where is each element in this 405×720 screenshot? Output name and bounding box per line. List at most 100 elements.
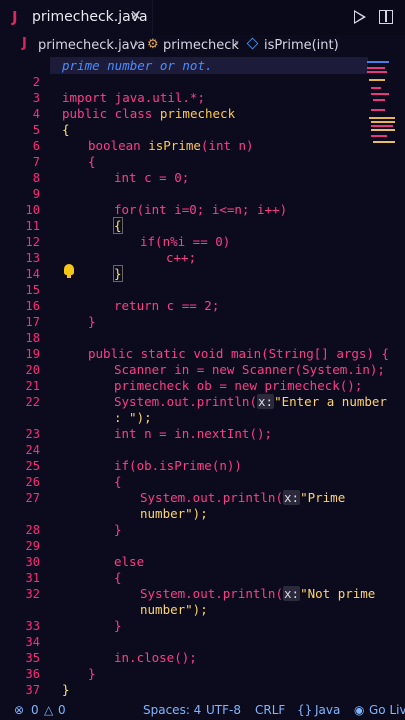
code-line: in.close(); [114, 650, 197, 665]
java-file-icon: J [22, 36, 27, 51]
line-number: 19 [25, 347, 40, 361]
code-line: System.out.println(x:"Prime [140, 490, 346, 505]
code-line: System.out.println(x:"Not prime [140, 586, 376, 601]
error-count[interactable]: 0 [31, 703, 39, 717]
class-icon: ⚙ [147, 37, 159, 52]
indentation-setting[interactable]: Spaces: 4 [143, 703, 201, 717]
code-line: return c == 2; [114, 298, 220, 313]
line-number: 35 [25, 651, 40, 665]
chevron-right-icon: › [134, 36, 140, 51]
breadcrumb-class[interactable]: primecheck [163, 38, 239, 53]
line-number: 13 [25, 251, 40, 265]
code-line: { [114, 474, 122, 489]
run-icon[interactable] [354, 10, 366, 24]
line-number: 14 [25, 267, 40, 281]
code-line: } [62, 682, 70, 697]
code-line: else [114, 554, 145, 569]
code-line: boolean isPrime(int n) [88, 138, 254, 153]
code-line: { [62, 122, 70, 137]
close-icon[interactable]: ✕ [130, 8, 142, 24]
code-line: primecheck ob = new primecheck(); [114, 378, 363, 393]
code-line: int c = 0; [114, 170, 190, 185]
code-line: public static void main(String[] args) { [88, 346, 390, 361]
editor-tab-bar: J primecheck.java ✕ [0, 0, 405, 35]
line-number: 24 [25, 443, 40, 457]
code-line: int n = in.nextInt(); [114, 426, 273, 441]
error-icon[interactable]: ⊗ [14, 703, 24, 717]
line-number: 29 [25, 539, 40, 553]
line-number: 12 [25, 235, 40, 249]
code-line: { [88, 154, 96, 169]
code-editor[interactable]: 2 3 4 5 6 7 8 9 10 11 12 13 14 15 16 17 18 19 20 21 22 23 24 25… [0, 57, 405, 700]
line-number: 27 [25, 491, 40, 505]
line-number: 21 [25, 379, 40, 393]
broadcast-icon[interactable]: ◉ [354, 703, 364, 717]
line-number: 32 [25, 587, 40, 601]
code-line: } [113, 265, 123, 282]
line-number: 36 [25, 667, 40, 681]
code-line: import java.util.*; [62, 90, 205, 105]
split-editor-icon[interactable] [379, 10, 393, 24]
code-line: for(int i=0; i<=n; i++) [114, 202, 288, 217]
parameter-hint: x: [283, 490, 301, 505]
line-ending[interactable]: CRLF [255, 703, 285, 717]
go-live-button[interactable]: Go Live [369, 703, 405, 717]
line-number: 26 [25, 475, 40, 489]
encoding[interactable]: UTF-8 [206, 703, 241, 717]
line-number: 4 [32, 107, 40, 121]
tab-primecheck-java[interactable]: J primecheck.java ✕ [0, 0, 153, 35]
line-number: 5 [32, 123, 40, 137]
code-line: System.out.println(x:"Enter a number [114, 394, 387, 409]
line-number: 7 [32, 155, 40, 169]
warning-count[interactable]: 0 [58, 703, 66, 717]
code-line: Scanner in = new Scanner(System.in); [114, 362, 385, 377]
warning-icon[interactable]: △ [44, 703, 53, 717]
code-line: } [88, 666, 96, 681]
code-line: if(n%i == 0) [140, 234, 231, 249]
code-line: { [113, 217, 123, 234]
line-number: 2 [32, 75, 40, 89]
line-number: 30 [25, 555, 40, 569]
code-line: { [114, 570, 122, 585]
braces-icon[interactable]: {} [297, 703, 312, 717]
line-number: 17 [25, 315, 40, 329]
line-number: 11 [25, 219, 40, 233]
code-line: number"); [140, 506, 208, 521]
breadcrumb-method[interactable]: isPrime(int) [264, 38, 339, 53]
code-line: : "); [114, 410, 152, 425]
code-line: public class primecheck [62, 106, 236, 121]
line-number: 10 [25, 203, 40, 217]
chevron-right-icon: › [234, 36, 240, 51]
code-line: number"); [140, 602, 208, 617]
code-line: prime number or not. [62, 58, 213, 73]
code-line: } [88, 314, 96, 329]
status-bar: ⊗ 0 △ 0 Spaces: 4 UTF-8 CRLF {} Java ◉ G… [0, 700, 405, 720]
parameter-hint: x: [283, 586, 301, 601]
code-line: } [114, 618, 122, 633]
code-line: if(ob.isPrime(n)) [114, 458, 242, 473]
line-number: 15 [25, 283, 40, 297]
line-number: 28 [25, 523, 40, 537]
line-number: 31 [25, 571, 40, 585]
line-number: 3 [32, 91, 40, 105]
method-icon [246, 37, 259, 50]
line-number: 25 [25, 459, 40, 473]
line-number: 22 [25, 395, 40, 409]
line-number: 37 [25, 683, 40, 697]
line-number: 34 [25, 635, 40, 649]
line-number: 33 [25, 619, 40, 633]
line-number: 9 [32, 187, 40, 201]
parameter-hint: x: [257, 394, 275, 409]
line-number: 6 [32, 139, 40, 153]
code-line: c++; [166, 250, 197, 265]
line-number: 18 [25, 331, 40, 345]
code-line: } [114, 522, 122, 537]
line-number: 16 [25, 299, 40, 313]
line-number: 20 [25, 363, 40, 377]
breadcrumb-file[interactable]: primecheck.java [38, 38, 145, 53]
line-number: 23 [25, 427, 40, 441]
language-mode[interactable]: Java [315, 703, 340, 717]
java-file-icon: J [12, 8, 18, 26]
line-number: 8 [32, 171, 40, 185]
breadcrumb: J primecheck.java › ⚙ primecheck › isPri… [0, 35, 405, 57]
